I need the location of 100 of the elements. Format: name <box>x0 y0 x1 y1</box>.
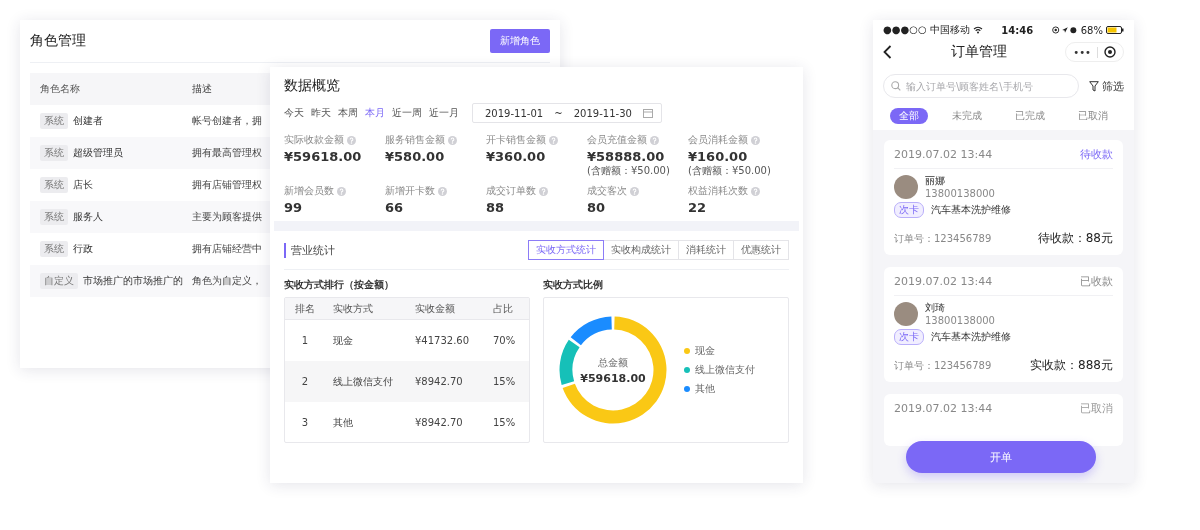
role-tag: 系统 <box>40 209 68 225</box>
status-tab[interactable]: 已取消 <box>1068 108 1117 124</box>
order-card[interactable]: 2019.07.02 13:44 待收款 丽娜 13800138000 次卡 汽车基本洗护维修 订单号：123456789 待收款：88元 <box>884 140 1123 255</box>
help-icon <box>630 186 639 196</box>
order-status: 已取消 <box>1080 400 1113 416</box>
role-name: 服务人 <box>73 210 103 224</box>
date-range-field[interactable]: 2019-11-01 ~ 2019-11-30 <box>472 103 662 123</box>
window-title: 数据概览 <box>284 77 341 95</box>
card-tag: 次卡 <box>894 329 924 345</box>
range-option[interactable]: 近一周 <box>392 106 422 120</box>
stat-label: 新增会员数 <box>284 184 334 198</box>
open-order-button[interactable]: 开单 <box>906 441 1096 473</box>
wifi-icon <box>972 26 983 34</box>
filter-button[interactable]: 筛选 <box>1089 78 1124 94</box>
funnel-icon <box>1089 80 1099 92</box>
role-description: 拥有最高管理权 <box>192 146 262 160</box>
order-number: 订单号：123456789 <box>894 358 992 373</box>
battery-icon <box>1106 26 1124 34</box>
column-header: 描述 <box>192 82 212 96</box>
range-option[interactable]: 近一月 <box>429 106 459 120</box>
help-icon <box>337 186 346 196</box>
order-amount: 实收款：888元 <box>1030 357 1113 374</box>
stat-note: (含赠额：¥50.00) <box>688 164 772 178</box>
help-icon <box>448 135 457 145</box>
customer-name: 丽娜 <box>925 174 946 188</box>
stat-label: 服务销售金额 <box>385 133 445 147</box>
status-tab[interactable]: 未完成 <box>943 108 992 124</box>
stat-label: 实际收款金额 <box>284 133 344 147</box>
service-name: 汽车基本洗护维修 <box>931 203 1011 217</box>
battery-label: 68% <box>1080 24 1103 36</box>
legend-label: 现金 <box>695 344 715 358</box>
role-tag: 系统 <box>40 177 68 193</box>
range-option[interactable]: 本月 <box>365 106 385 120</box>
stat-value: ¥58888.00 <box>587 149 666 164</box>
back-icon[interactable] <box>883 45 892 59</box>
order-card[interactable]: 2019.07.02 13:44 已收款 刘琦 13800138000 次卡 汽车基本洗护维修 订单号：123456789 实收款：888元 <box>884 267 1123 382</box>
order-time: 2019.07.02 13:44 <box>894 401 993 415</box>
role-tag: 自定义 <box>40 273 78 289</box>
status-icons <box>1051 26 1078 34</box>
stat-label: 开卡销售金额 <box>486 133 546 147</box>
role-description: 主要为顾客提供 <box>192 210 262 224</box>
tab[interactable]: 实收方式统计 <box>528 240 604 260</box>
service-name: 汽车基本洗护维修 <box>931 330 1011 344</box>
help-icon <box>751 186 760 196</box>
status-time: 14:46 <box>1001 24 1034 36</box>
stat-label: 成交订单数 <box>486 184 536 198</box>
column-header: 角色名称 <box>40 82 80 96</box>
stat-label: 新增开卡数 <box>385 184 435 198</box>
page-title: 订单管理 <box>950 43 1007 61</box>
card-tag: 次卡 <box>894 202 924 218</box>
stat-label: 会员消耗金额 <box>688 133 748 147</box>
status-tab[interactable]: 全部 <box>890 108 929 124</box>
avatar <box>894 174 918 199</box>
panel-title: 实收方式排行（按金额） <box>284 278 395 292</box>
help-icon <box>549 135 558 145</box>
customer-phone: 13800138000 <box>925 315 995 326</box>
tab[interactable]: 实收构成统计 <box>603 240 679 260</box>
search-field[interactable]: 输入订单号\顾客姓名\手机号 <box>883 74 1079 98</box>
help-icon <box>539 186 548 196</box>
table-cell: 70% <box>493 335 516 346</box>
tab[interactable]: 消耗统计 <box>678 240 734 260</box>
role-description: 角色为自定义， <box>192 274 262 288</box>
help-icon <box>650 135 659 145</box>
table-cell: ¥41732.60 <box>415 335 470 346</box>
calendar-icon <box>642 108 653 118</box>
stat-value: ¥59618.00 <box>284 149 363 164</box>
help-icon <box>438 186 447 196</box>
stat-value: 80 <box>587 200 607 215</box>
range-option[interactable]: 昨天 <box>311 106 331 120</box>
stat-note: (含赠额：¥50.00) <box>587 164 671 178</box>
table-cell: 3 <box>301 417 309 428</box>
stat-value: ¥360.00 <box>486 149 547 164</box>
status-tab[interactable]: 已完成 <box>1005 108 1054 124</box>
center-value: ¥59618.00 <box>580 371 646 385</box>
customer-name: 刘琦 <box>925 301 946 315</box>
table-cell: 15% <box>493 376 516 387</box>
stat-value: 99 <box>284 200 304 215</box>
column-header: 实收方式 <box>333 302 373 314</box>
order-time: 2019.07.02 13:44 <box>894 274 993 288</box>
role-tag: 系统 <box>40 113 68 129</box>
tab[interactable]: 优惠统计 <box>733 240 789 260</box>
order-card[interactable]: 2019.07.02 13:44 已取消 <box>884 394 1123 446</box>
customer-phone: 13800138000 <box>925 188 995 199</box>
role-description: 拥有店铺管理权 <box>192 178 262 192</box>
table-cell: 15% <box>493 417 516 428</box>
range-option[interactable]: 今天 <box>284 106 304 120</box>
range-option[interactable]: 本周 <box>338 106 358 120</box>
stat-label: 会员充值金额 <box>587 133 647 147</box>
table-cell: ¥8942.70 <box>415 376 463 387</box>
column-header: 排名 <box>295 302 315 314</box>
stat-value: 88 <box>486 200 506 215</box>
stat-label: 权益消耗次数 <box>688 184 748 198</box>
search-icon <box>891 81 901 91</box>
add-role-button[interactable]: 新增角色 <box>490 29 550 53</box>
stat-value: ¥580.00 <box>385 149 446 164</box>
target-icon <box>1104 46 1116 58</box>
table-cell: ¥8942.70 <box>415 417 463 428</box>
order-number: 订单号：123456789 <box>894 231 992 246</box>
legend-label: 其他 <box>695 382 715 396</box>
order-status: 待收款 <box>1080 146 1113 162</box>
